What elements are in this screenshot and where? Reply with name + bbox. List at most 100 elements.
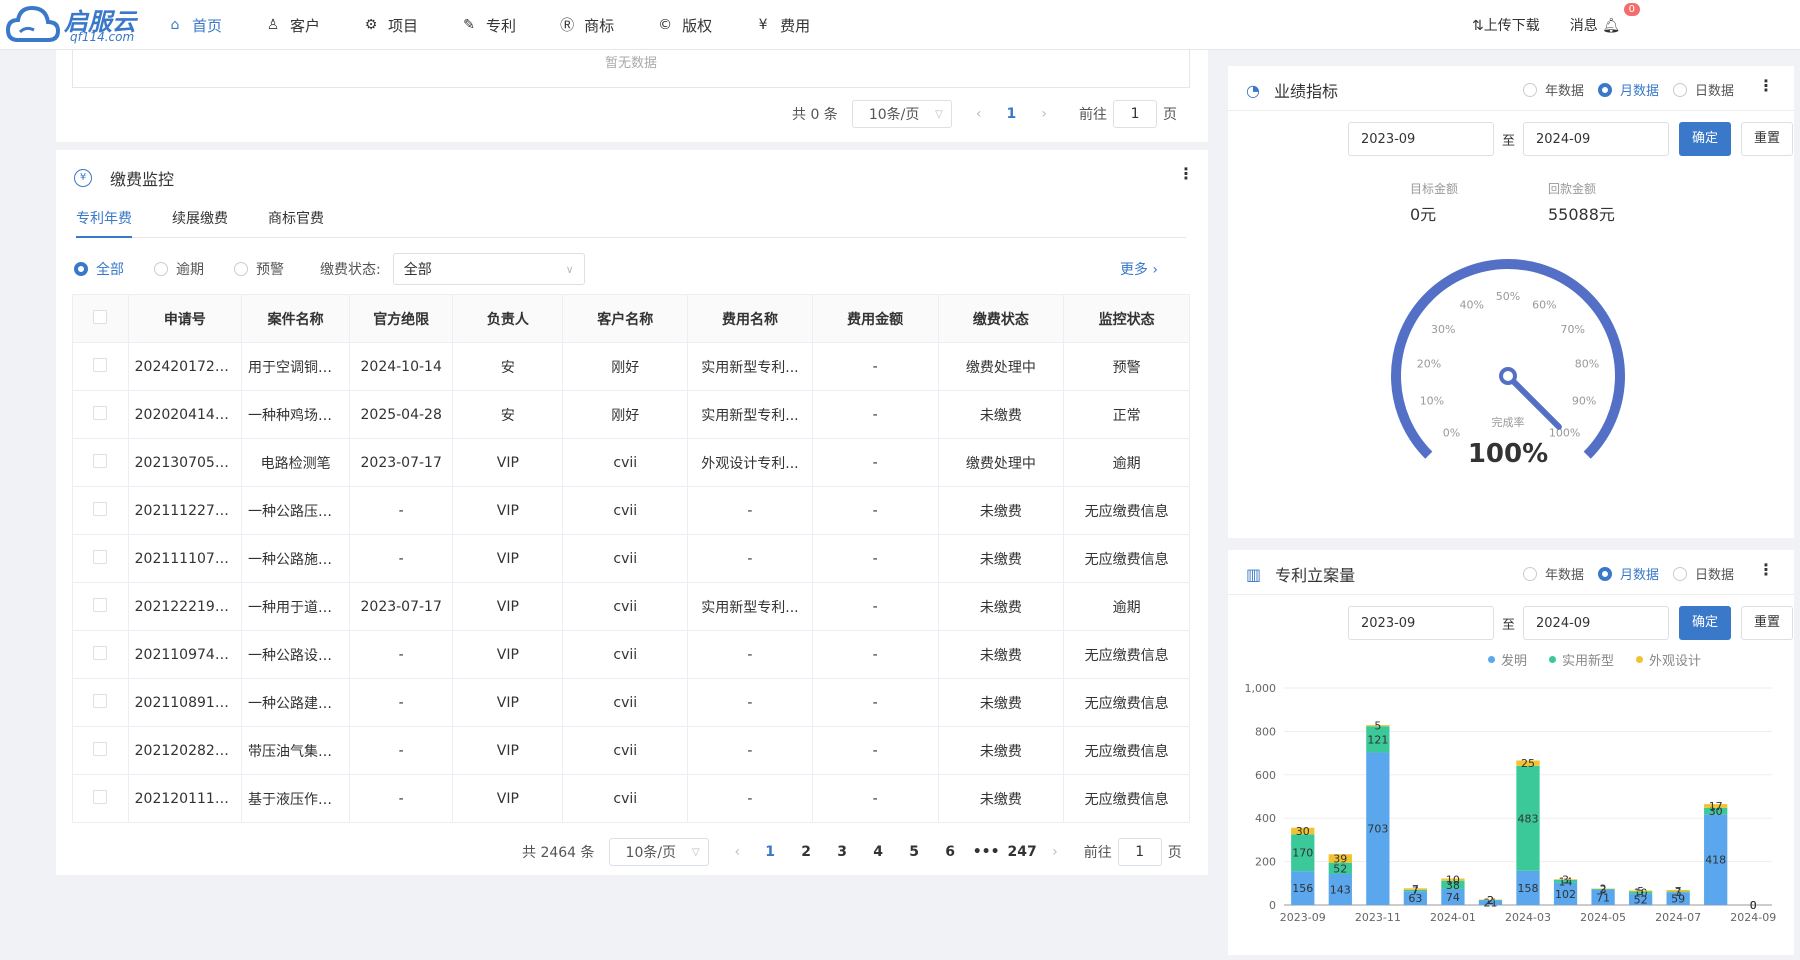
goto-page-input[interactable]: 1 (1117, 838, 1162, 866)
nav-item[interactable]: ⚙ 项目 (362, 15, 418, 36)
row-checkbox[interactable] (93, 693, 108, 708)
filter-radio[interactable]: 全部 (74, 259, 124, 279)
filter-radio[interactable]: 逾期 (154, 259, 204, 279)
goto-page-input[interactable]: 1 (1113, 100, 1158, 128)
page-button[interactable]: 2 (788, 844, 824, 860)
row-checkbox[interactable] (93, 549, 108, 564)
cell-client[interactable]: cvii (562, 630, 689, 679)
cell-case[interactable]: 用于空调铜管... (240, 342, 351, 391)
row-checkbox[interactable] (93, 789, 108, 804)
row-checkbox[interactable] (93, 501, 108, 516)
table-row[interactable]: 2021112271714 一种公路压实... - VIP cvii - - 未缴费 无应缴费信… (72, 486, 1190, 535)
cell-client[interactable]: cvii (562, 486, 689, 535)
prev-page-button[interactable]: ‹ (735, 844, 741, 860)
select-all-cell[interactable] (72, 294, 129, 343)
brand-logo[interactable]: 启服云 qf114.com (5, 2, 146, 48)
table-row[interactable]: 2021111075976 一种公路施工... - VIP cvii - - 未缴费 无应缴费信… (72, 534, 1190, 583)
filter-radio[interactable]: 预警 (234, 259, 284, 279)
mode-radio[interactable]: 日数据 (1672, 80, 1734, 99)
goto-suffix: 页 (1163, 107, 1178, 123)
nav-item[interactable]: ¥ 费用 (754, 15, 810, 36)
page-button[interactable]: ••• (968, 844, 1004, 860)
upload-download-link[interactable]: ⇅上传下载 (1472, 15, 1540, 35)
reset-button[interactable]: 重置 (1741, 122, 1794, 156)
row-select-cell[interactable] (72, 534, 129, 583)
table-row[interactable]: 20242017252... 用于空调铜管... 2024-10-14 安刚好 实用新型… (72, 342, 1190, 391)
nav-item[interactable]: © 版权 (656, 15, 712, 36)
nav-item[interactable]: ⌂ 首页 (166, 15, 222, 36)
table-row[interactable]: 20213070551... 电路检测笔 2023-07-17 VIP cvii 外观设计… (72, 438, 1190, 487)
row-select-cell[interactable] (72, 774, 129, 823)
prev-page-button[interactable]: ‹ (976, 106, 982, 122)
date-to-input[interactable]: 2024-09 (1523, 122, 1670, 156)
reset-button[interactable]: 重置 (1741, 606, 1794, 640)
more-options-icon[interactable]: ⋮ (1758, 560, 1774, 579)
row-checkbox[interactable] (93, 405, 108, 420)
date-to-input[interactable]: 2024-09 (1523, 606, 1670, 640)
cell-client[interactable]: cvii (562, 726, 689, 775)
fee-tab[interactable]: 续展缴费 (172, 202, 228, 238)
mode-radio[interactable]: 年数据 (1522, 564, 1584, 583)
row-select-cell[interactable] (72, 678, 129, 727)
select-all-checkbox[interactable] (93, 309, 108, 324)
row-select-cell[interactable] (72, 726, 129, 775)
mode-radio[interactable]: 年数据 (1522, 80, 1584, 99)
more-options-icon[interactable]: ⋮ (1758, 76, 1774, 95)
date-from-input[interactable]: 2023-09 (1348, 606, 1494, 640)
nav-item[interactable]: ♙ 客户 (264, 15, 320, 36)
row-select-cell[interactable] (72, 342, 129, 391)
legend-item[interactable]: 实用新型 (1549, 650, 1614, 669)
cell-client[interactable]: cvii (562, 582, 689, 631)
fee-tab[interactable]: 专利年费 (76, 202, 132, 238)
row-checkbox[interactable] (93, 741, 108, 756)
row-checkbox[interactable] (93, 597, 108, 612)
fee-tab[interactable]: 商标官费 (268, 202, 324, 238)
row-select-cell[interactable] (72, 630, 129, 679)
mode-radio[interactable]: 月数据 (1597, 564, 1659, 583)
page-size-select[interactable]: 10条/页 ▽ (608, 838, 709, 866)
page-size-select[interactable]: 10条/页 ▽ (851, 100, 952, 128)
table-row[interactable]: 20202041496... 一种种鸡场人... 2025-04-28 安刚好 实用新型… (72, 390, 1190, 439)
next-page-button[interactable]: › (1052, 844, 1058, 860)
nav-item[interactable]: Ⓡ 商标 (558, 15, 614, 36)
more-link[interactable]: 更多 › (1120, 259, 1158, 279)
row-checkbox[interactable] (93, 453, 108, 468)
row-select-cell[interactable] (72, 582, 129, 631)
page-button[interactable]: 1 (993, 106, 1029, 122)
cell-client[interactable]: cvii (562, 678, 689, 727)
page-button[interactable]: 6 (932, 844, 968, 860)
status-select[interactable]: 全部 ∨ (392, 253, 585, 285)
row-select-cell[interactable] (72, 390, 129, 439)
cell-client[interactable]: cvii (562, 534, 689, 583)
more-options-icon[interactable]: ⋮ (1178, 164, 1194, 183)
page-button[interactable]: 247 (1004, 844, 1040, 860)
row-select-cell[interactable] (72, 438, 129, 487)
page-button[interactable]: 4 (860, 844, 896, 860)
table-row[interactable]: 20212221972... 一种用于道路... 2023-07-17 VIP cvii… (72, 582, 1190, 631)
cell-client[interactable]: 刚好 (562, 342, 689, 391)
mode-radio-label: 年数据 (1544, 568, 1584, 583)
legend-item[interactable]: 发明 (1488, 650, 1527, 669)
date-from-input[interactable]: 2023-09 (1348, 122, 1494, 156)
row-select-cell[interactable] (72, 486, 129, 535)
next-page-button[interactable]: › (1041, 106, 1047, 122)
page-button[interactable]: 5 (896, 844, 932, 860)
table-row[interactable]: 20211097432... 一种公路设备... - VIP cvii - - 未缴费 无应缴费… (72, 630, 1190, 679)
table-row[interactable]: 20212028218... 带压油气集输... - VIP cvii - - 未缴费 无应缴费… (72, 726, 1190, 775)
messages-link[interactable]: 消息 🔔︎ 0 (1570, 3, 1640, 35)
page-button[interactable]: 1 (752, 844, 788, 860)
nav-item[interactable]: ✎ 专利 (460, 15, 516, 36)
cell-client[interactable]: cvii (562, 774, 689, 823)
cell-client[interactable]: 刚好 (562, 390, 689, 439)
confirm-button[interactable]: 确定 (1679, 122, 1732, 156)
row-checkbox[interactable] (93, 645, 108, 660)
cell-client[interactable]: cvii (562, 438, 689, 487)
table-row[interactable]: 20211089155... 一种公路建设... - VIP cvii - - 未缴费 无应缴费… (72, 678, 1190, 727)
mode-radio[interactable]: 月数据 (1597, 80, 1659, 99)
mode-radio[interactable]: 日数据 (1672, 564, 1734, 583)
page-button[interactable]: 3 (824, 844, 860, 860)
legend-item[interactable]: 外观设计 (1636, 650, 1701, 669)
row-checkbox[interactable] (93, 357, 108, 372)
confirm-button[interactable]: 确定 (1679, 606, 1732, 640)
table-row[interactable]: 2021201115065 基于液压作用... - VIP cvii - - 未缴费 无应缴费信… (72, 774, 1190, 823)
